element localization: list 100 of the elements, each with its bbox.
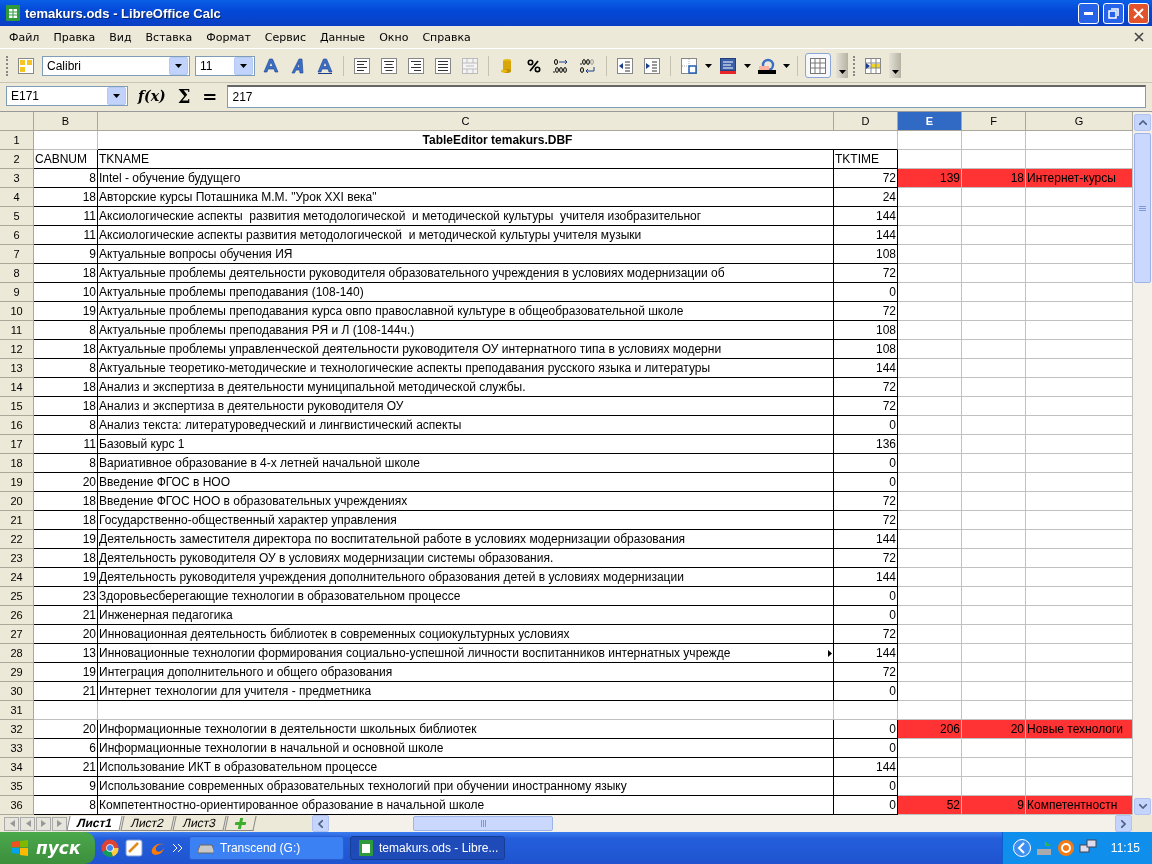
horizontal-scrollbar[interactable] xyxy=(312,815,1132,832)
scroll-left-button[interactable] xyxy=(312,815,329,832)
table-cell: 9 xyxy=(34,777,98,796)
row-header[interactable]: 15 xyxy=(0,397,34,416)
row-header[interactable]: 6 xyxy=(0,226,34,245)
row-header[interactable]: 19 xyxy=(0,473,34,492)
scroll-right-button[interactable] xyxy=(1115,815,1132,832)
row-header[interactable]: 22 xyxy=(0,530,34,549)
scroll-up-button[interactable] xyxy=(1134,114,1151,131)
equals-button[interactable]: = xyxy=(200,85,220,107)
column-header[interactable]: F xyxy=(962,112,1026,131)
name-box[interactable]: E171 xyxy=(6,86,128,106)
row-header[interactable]: 29 xyxy=(0,663,34,682)
row-header[interactable]: 34 xyxy=(0,758,34,777)
vertical-scrollbar[interactable] xyxy=(1133,112,1152,815)
formula-input[interactable]: 217 xyxy=(227,84,1146,108)
row-header[interactable]: 26 xyxy=(0,606,34,625)
chevron-right-double-icon[interactable] xyxy=(173,844,183,852)
table-cell: 20 xyxy=(34,720,98,739)
add-sheet-button[interactable] xyxy=(223,816,257,831)
row-header[interactable]: 18 xyxy=(0,454,34,473)
row-header[interactable]: 33 xyxy=(0,739,34,758)
menu-item[interactable]: Справка xyxy=(415,28,478,46)
column-header[interactable]: D xyxy=(834,112,898,131)
align-icon xyxy=(408,57,424,74)
restore-button[interactable] xyxy=(1103,2,1124,24)
grid-lines-toggle[interactable] xyxy=(805,53,831,78)
row-header[interactable]: 8 xyxy=(0,264,34,283)
row-header[interactable]: 1 xyxy=(0,131,34,150)
row-header[interactable]: 24 xyxy=(0,568,34,587)
dropdown-caret-icon[interactable] xyxy=(705,63,712,68)
sum-button[interactable]: Σ xyxy=(175,85,193,107)
menu-item[interactable]: Правка xyxy=(46,28,103,46)
row-header[interactable]: 25 xyxy=(0,587,34,606)
row-header[interactable]: 27 xyxy=(0,625,34,644)
chevron-down-icon[interactable] xyxy=(891,70,899,74)
toolbar-overflow-button[interactable] xyxy=(889,53,901,78)
row-header[interactable]: 3 xyxy=(0,169,34,188)
scroll-thumb[interactable] xyxy=(413,816,553,831)
row-header[interactable]: 23 xyxy=(0,549,34,568)
dropdown-caret-icon[interactable] xyxy=(113,94,120,98)
browser-icon[interactable] xyxy=(101,839,119,857)
table-cell: Актуальные проблемы управленческой деятельности руководителя ОУ интернатного типа в условиях модерни xyxy=(98,340,834,359)
menu-item[interactable]: Формат xyxy=(199,28,258,46)
row-header[interactable]: 36 xyxy=(0,796,34,815)
row-header[interactable]: 9 xyxy=(0,283,34,302)
row-header[interactable]: 5 xyxy=(0,207,34,226)
dropdown-caret-icon[interactable] xyxy=(783,63,790,68)
scroll-thumb[interactable] xyxy=(1134,133,1151,283)
row-header[interactable]: 21 xyxy=(0,511,34,530)
sheet-tab[interactable]: Лист2 xyxy=(120,816,175,831)
row-header[interactable]: 4 xyxy=(0,188,34,207)
row-header[interactable]: 11 xyxy=(0,321,34,340)
row-header[interactable]: 2 xyxy=(0,150,34,169)
row-header[interactable]: 10 xyxy=(0,302,34,321)
column-header[interactable]: B xyxy=(34,112,98,131)
menu-item[interactable]: Вставка xyxy=(138,28,200,46)
dropdown-caret-icon[interactable] xyxy=(175,63,182,68)
chevron-left-icon[interactable] xyxy=(1012,839,1031,857)
start-button[interactable]: пуск xyxy=(0,832,95,864)
chevron-down-icon[interactable] xyxy=(838,70,846,74)
menu-item[interactable]: Сервис xyxy=(257,28,313,46)
empty-cell xyxy=(898,131,962,150)
menu-item[interactable]: Окно xyxy=(372,28,416,46)
row-header[interactable]: 16 xyxy=(0,416,34,435)
menu-item[interactable]: Вид xyxy=(102,28,139,46)
row-header[interactable]: 20 xyxy=(0,492,34,511)
column-header[interactable]: C xyxy=(98,112,834,131)
table-cell: 72 xyxy=(834,397,898,416)
table-cell: 144 xyxy=(834,530,898,549)
row-header[interactable]: 31 xyxy=(0,701,34,720)
row-header[interactable]: 30 xyxy=(0,682,34,701)
taskbar-button[interactable]: temakurs.ods - Libre... xyxy=(350,836,505,860)
dropdown-caret-icon[interactable] xyxy=(744,63,751,68)
row-header[interactable]: 14 xyxy=(0,378,34,397)
row-header[interactable]: 13 xyxy=(0,359,34,378)
notepad-icon[interactable] xyxy=(125,839,143,857)
menu-item[interactable]: Данные xyxy=(312,28,373,46)
row-header[interactable]: 7 xyxy=(0,245,34,264)
row-header[interactable]: 12 xyxy=(0,340,34,359)
column-header[interactable]: G xyxy=(1026,112,1133,131)
sheet-tab[interactable]: Лист3 xyxy=(172,816,227,831)
minimize-button[interactable] xyxy=(1078,2,1099,24)
dropdown-caret-icon[interactable] xyxy=(240,63,247,68)
close-button[interactable] xyxy=(1128,2,1149,24)
sheet-tab[interactable]: Лист1 xyxy=(66,816,123,831)
empty-cell xyxy=(962,473,1026,492)
column-header[interactable]: E xyxy=(898,112,962,131)
function-wizard-button[interactable]: f(x) xyxy=(136,88,168,104)
toolbar-overflow-button[interactable] xyxy=(836,53,848,78)
row-header[interactable]: 32 xyxy=(0,720,34,739)
taskbar-button[interactable]: Transcend (G:) xyxy=(189,836,344,860)
scroll-down-button[interactable] xyxy=(1134,798,1151,815)
font-size-field[interactable]: 11 xyxy=(195,55,255,76)
row-header[interactable]: 28 xyxy=(0,644,34,663)
arrow-left-icon xyxy=(24,820,31,827)
font-name-field[interactable]: Calibri xyxy=(42,55,190,76)
menu-item[interactable]: Файл xyxy=(2,28,47,46)
row-header[interactable]: 35 xyxy=(0,777,34,796)
row-header[interactable]: 17 xyxy=(0,435,34,454)
